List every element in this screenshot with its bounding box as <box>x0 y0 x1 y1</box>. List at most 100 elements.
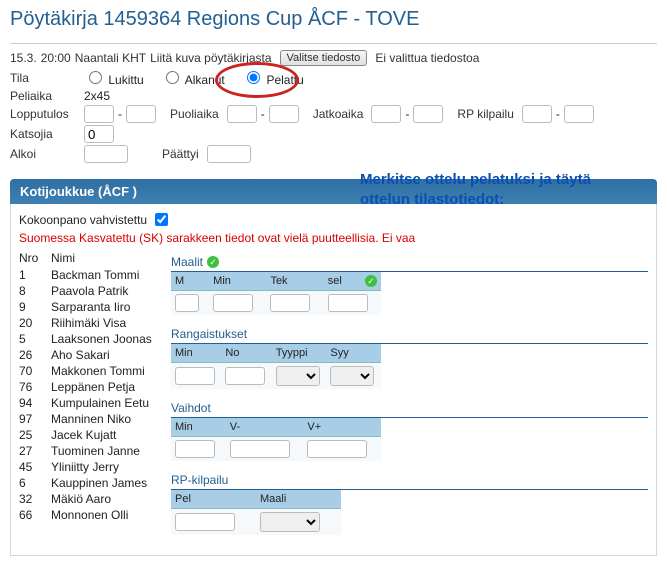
pen-col-no: No <box>221 344 271 363</box>
ok-icon: ✓ <box>207 256 219 268</box>
roster-row: 66 Monnonen Olli <box>19 507 161 523</box>
roster-row: 76 Leppänen Petja <box>19 379 161 395</box>
roster-name: Tuominen Janne <box>51 444 140 458</box>
roster-number: 76 <box>19 380 41 394</box>
roster-name: Kumpulainen Eetu <box>51 396 149 410</box>
subs-in-input[interactable] <box>307 440 367 458</box>
subs-col-min: Min <box>171 418 226 437</box>
roster-number: 70 <box>19 364 41 378</box>
lineup-confirm-label: Kokoonpano vahvistettu <box>19 213 147 227</box>
match-date: 15.3. <box>10 51 37 65</box>
state-locked-label: Lukittu <box>108 73 143 87</box>
roster-name: Aho Sakari <box>51 348 110 362</box>
attach-label: Liitä kuva pöytäkirjasta <box>150 51 271 65</box>
roster-list: 1Backman Tommi8Paavola Patrik9Sarparanta… <box>19 267 161 523</box>
roster-row: 6Kauppinen James <box>19 475 161 491</box>
roster-row: 32Mäkiö Aaro <box>19 491 161 507</box>
rp-home-input[interactable] <box>522 105 552 123</box>
choose-file-button[interactable]: Valitse tiedosto <box>280 50 368 66</box>
state-started-label: Alkanut <box>185 73 225 87</box>
rp-col-maali: Maali <box>256 490 341 509</box>
goal-m-input[interactable] <box>175 294 199 312</box>
half-label: Puoliaika <box>170 107 219 121</box>
extra-home-input[interactable] <box>371 105 401 123</box>
goal-sel-input[interactable] <box>328 294 368 312</box>
roster-name: Riihimäki Visa <box>51 316 126 330</box>
started-input[interactable] <box>84 145 128 163</box>
roster-number: 45 <box>19 460 41 474</box>
roster-row: 1Backman Tommi <box>19 267 161 283</box>
pen-min-input[interactable] <box>175 367 215 385</box>
rp-away-input[interactable] <box>564 105 594 123</box>
state-locked-radio[interactable] <box>89 71 102 84</box>
final-away-input[interactable] <box>126 105 156 123</box>
lineup-confirm-checkbox[interactable] <box>155 213 168 226</box>
table-row <box>171 363 381 390</box>
half-away-input[interactable] <box>269 105 299 123</box>
dash: - <box>556 107 560 121</box>
match-time: 20:00 <box>41 51 71 65</box>
goal-min-input[interactable] <box>213 294 253 312</box>
roster-number: 27 <box>19 444 41 458</box>
rp-title: RP-kilpailu <box>171 473 228 487</box>
ended-input[interactable] <box>207 145 251 163</box>
period-row: Peliaika 2x45 <box>10 89 657 103</box>
pen-type-select[interactable] <box>276 366 320 386</box>
half-home-input[interactable] <box>227 105 257 123</box>
dash: - <box>261 107 265 121</box>
roster-row: 45 Yliniitty Jerry <box>19 459 161 475</box>
roster-name: Laaksonen Joonas <box>51 332 152 346</box>
spectators-input[interactable] <box>84 125 114 143</box>
goals-table: M Min Tek sel ✓ <box>171 272 381 315</box>
separator <box>10 43 657 44</box>
rp-pel-input[interactable] <box>175 513 235 531</box>
roster-header-nimi: Nimi <box>51 251 75 265</box>
roster-number: 6 <box>19 476 41 490</box>
roster-name: Yliniitty Jerry <box>51 460 119 474</box>
roster-row: 97Manninen Niko <box>19 411 161 427</box>
goals-block: Maalit ✓ M Min Tek sel ✓ <box>171 253 648 315</box>
rp-label: RP kilpailu <box>457 107 513 121</box>
state-started-option[interactable]: Alkanut <box>161 73 225 87</box>
state-played-radio[interactable] <box>247 71 260 84</box>
extra-label: Jatkoaika <box>313 107 364 121</box>
subs-min-input[interactable] <box>175 440 215 458</box>
roster-number: 66 <box>19 508 41 522</box>
roster-row: 5 Laaksonen Joonas <box>19 331 161 347</box>
table-row <box>171 291 381 316</box>
subs-out-input[interactable] <box>230 440 290 458</box>
roster-column: Nro Nimi 1Backman Tommi8Paavola Patrik9S… <box>19 249 161 545</box>
roster-row: 8Paavola Patrik <box>19 283 161 299</box>
time-row: Alkoi Päättyi <box>10 145 657 163</box>
score-row: Lopputulos - Puoliaika - Jatkoaika - RP … <box>10 105 657 123</box>
goal-tek-input[interactable] <box>270 294 310 312</box>
pen-no-input[interactable] <box>225 367 265 385</box>
period-value: 2x45 <box>84 89 110 103</box>
state-locked-option[interactable]: Lukittu <box>84 73 144 87</box>
roster-number: 97 <box>19 412 41 426</box>
penalties-title: Rangaistukset <box>171 327 247 341</box>
state-started-radio[interactable] <box>166 71 179 84</box>
home-team-panel: Kokoonpano vahvistettu Suomessa Kasvatet… <box>10 204 657 556</box>
roster-row: 26Aho Sakari <box>19 347 161 363</box>
dash: - <box>405 107 409 121</box>
roster-number: 5 <box>19 332 41 346</box>
roster-number: 25 <box>19 428 41 442</box>
roster-name: Leppänen Petja <box>51 380 135 394</box>
roster-row: 70Makkonen Tommi <box>19 363 161 379</box>
final-home-input[interactable] <box>84 105 114 123</box>
pen-reason-select[interactable] <box>330 366 374 386</box>
goals-col-sel: sel ✓ <box>324 272 381 291</box>
extra-away-input[interactable] <box>413 105 443 123</box>
subs-col-vminus: V- <box>226 418 304 437</box>
state-played-option[interactable]: Pelattu <box>242 73 304 87</box>
ended-label: Päättyi <box>162 147 199 161</box>
rp-goal-select[interactable] <box>260 512 320 532</box>
roster-name: Monnonen Olli <box>51 508 128 522</box>
stats-blocks-column: Maalit ✓ M Min Tek sel ✓ <box>171 249 648 545</box>
goals-col-m: M <box>171 272 209 291</box>
roster-number: 8 <box>19 284 41 298</box>
state-label: Tila <box>10 71 80 85</box>
roster-name: Jacek Kujatt <box>51 428 116 442</box>
match-venue: Naantali KHT <box>75 51 146 65</box>
